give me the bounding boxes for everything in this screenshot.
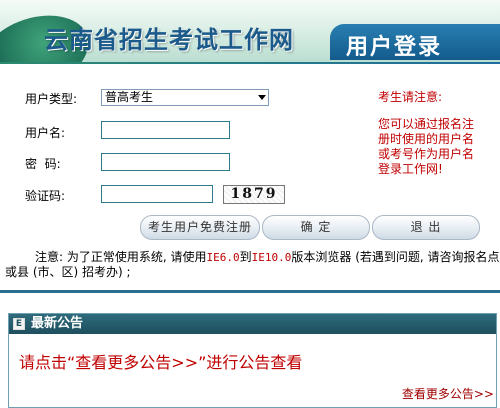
chevron-down-icon [258,95,266,100]
header-divider [0,62,500,64]
announcements-panel: E 最新公告 请点击“查看更多公告>>”进行公告查看 查看更多公告>> [8,313,497,408]
announcements-message: 请点击“查看更多公告>>”进行公告查看 [19,353,303,372]
browser-note: 注意: 为了正常使用系统, 请使用IE6.0到IE10.0版本浏览器 (若遇到问… [5,250,500,280]
browser-note-ie-to: IE10.0 [251,251,292,264]
section-divider [0,290,500,293]
announcements-title: 最新公告 [31,316,84,331]
browser-note-ie-from: IE6.0 [206,251,240,264]
password-input[interactable] [101,153,230,171]
document-icon: E [13,318,25,330]
browser-note-to: 到 [239,250,252,264]
site-title: 云南省招生考试工作网 [44,26,294,54]
exit-button[interactable]: 退 出 [372,215,480,240]
user-type-label: 用户类型: [25,92,78,106]
username-label: 用户名: [25,126,66,140]
login-title: 用户登录 [346,35,443,60]
captcha-label: 验证码: [25,189,66,203]
captcha-input[interactable] [101,185,213,203]
more-announcements-link[interactable]: 查看更多公告>> [402,385,494,402]
confirm-button[interactable]: 确 定 [262,215,370,240]
user-type-value: 普高考生 [105,90,154,104]
browser-note-prefix: 注意: 为了正常使用系统, 请使用 [35,250,207,264]
announcements-header: E 最新公告 [9,314,496,334]
register-button[interactable]: 考生用户免费注册 [140,215,260,240]
notice-body: 您可以通过报名注册时使用的用户名或考号作为用户名登录工作网! [378,117,475,176]
captcha-image[interactable]: 1879 [223,185,285,204]
user-type-select[interactable]: 普高考生 [101,89,269,106]
header-banner: 云南省招生考试工作网 用户登录 [0,0,500,64]
username-input[interactable] [101,121,230,139]
password-label: 密 码: [25,157,61,171]
notice-title: 考生请注意: [378,90,443,104]
